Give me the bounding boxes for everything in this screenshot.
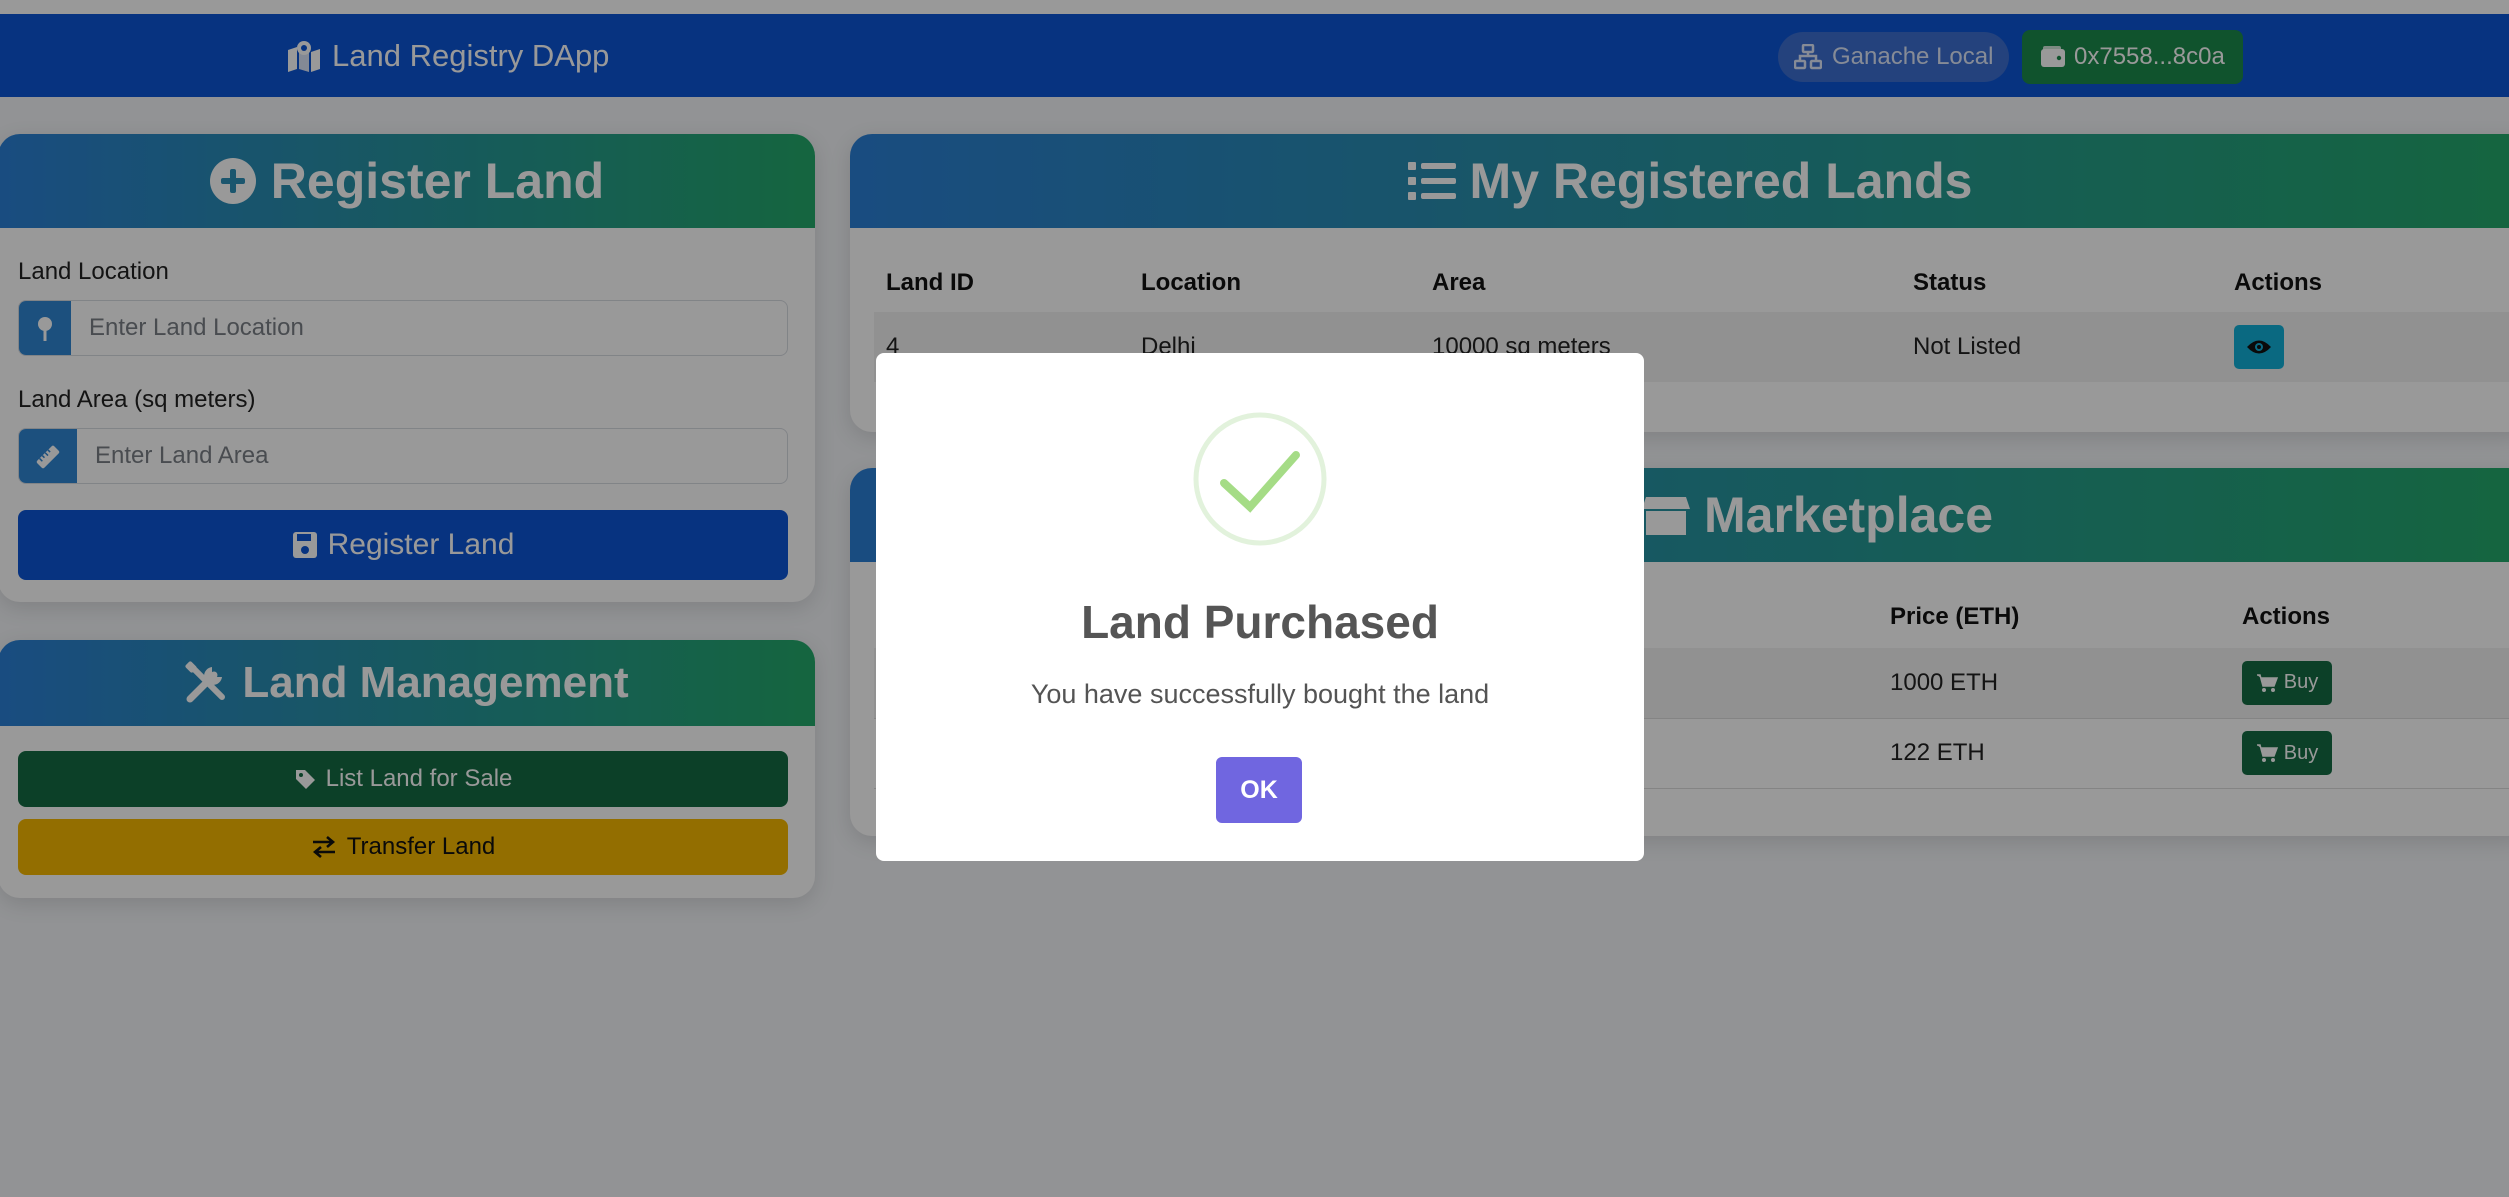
ok-button[interactable]: OK [1216, 757, 1302, 823]
modal-text: You have successfully bought the land [1030, 679, 1490, 709]
modal-title: Land Purchased [1081, 596, 1439, 648]
success-check-icon [1193, 412, 1327, 546]
success-modal: Land Purchased You have successfully bou… [876, 353, 1644, 861]
